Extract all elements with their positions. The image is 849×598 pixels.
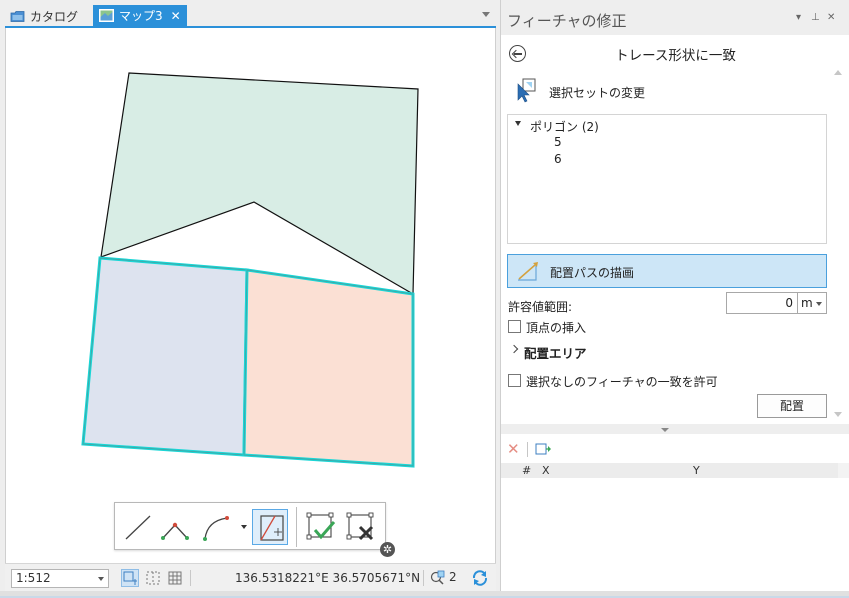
straight-line-icon (125, 515, 151, 540)
window-bottom-edge (0, 591, 849, 598)
finish-check-icon (306, 512, 336, 540)
pin-icon[interactable]: ⊥ (811, 12, 820, 23)
scale-dropdown[interactable]: 1:512 (11, 569, 109, 588)
change-selection-button[interactable]: 選択セットの変更 (515, 78, 645, 104)
modify-features-pane: フィーチャの修正 ▾ ⊥ ✕ トレース形状に一致 選択セットの変更 ポリゴン (… (500, 0, 849, 598)
allow-unselected-checkbox[interactable] (508, 374, 521, 387)
tabs-menu-icon[interactable] (482, 12, 490, 17)
grid-snap-toggle[interactable] (144, 569, 162, 587)
chevron-down-icon (98, 577, 104, 581)
chevron-right-icon[interactable] (509, 344, 519, 354)
insert-vertices-label: 頂点の挿入 (526, 321, 587, 335)
allow-unselected-label: 選択なしのフィーチャの一致を許可 (526, 375, 718, 389)
scale-value: 1:512 (16, 571, 51, 585)
tolerance-input[interactable]: 0 (726, 292, 798, 314)
tool-title: トレース形状に一致 (615, 48, 736, 64)
line-tool-button[interactable] (119, 509, 155, 545)
insert-vertices-checkbox[interactable] (508, 320, 521, 333)
tool-header: トレース形状に一致 (501, 35, 849, 69)
app-window: カタログ マップ3 ✕ ✲ 1:512 136.5318221°E 36.570… (0, 0, 849, 598)
folder-icon (10, 10, 25, 22)
tree-feature-item[interactable]: 5 (554, 135, 562, 149)
tolerance-unit-value: m (801, 296, 813, 310)
delete-icon[interactable]: ✕ (507, 440, 520, 458)
map-view[interactable]: ✲ (5, 28, 496, 563)
tolerance-unit-dropdown[interactable]: m (798, 292, 827, 314)
tab-catalog[interactable]: カタログ (4, 6, 84, 26)
document-tabs: カタログ マップ3 ✕ (0, 0, 496, 26)
vertex-grid-header: # X Y (501, 463, 838, 478)
refresh-icon (472, 570, 488, 586)
map-canvas[interactable] (6, 28, 497, 563)
midpoint-tool-button[interactable] (157, 509, 193, 545)
cancel-sketch-button[interactable] (343, 509, 379, 545)
tab-map3[interactable]: マップ3 ✕ (93, 5, 187, 26)
refresh-button[interactable] (471, 569, 489, 587)
toolbar-divider (296, 507, 297, 547)
selected-features-button[interactable] (429, 569, 447, 587)
map-status-bar: 1:512 136.5318221°E 36.5705671°N 2 (5, 563, 496, 591)
status-divider (190, 570, 191, 586)
trace-tool-button[interactable] (252, 509, 288, 545)
scroll-up-icon[interactable] (834, 70, 842, 75)
selection-cursor-icon (517, 78, 536, 103)
finish-sketch-button[interactable] (303, 509, 339, 545)
arc-tool-button[interactable] (199, 509, 235, 545)
snapping-icon (123, 571, 137, 585)
splitter-grip-icon (661, 428, 669, 432)
arc-icon (203, 516, 229, 541)
snapping-toggle[interactable] (121, 569, 139, 587)
selection-count: 2 (449, 570, 457, 584)
pane-menu-icon[interactable]: ▾ (796, 12, 801, 23)
table-grid-toggle[interactable] (166, 569, 184, 587)
close-icon[interactable]: ✕ (827, 12, 835, 23)
tolerance-label: 許容値範囲: (508, 300, 573, 314)
status-divider (423, 570, 424, 586)
toolbar-divider (527, 442, 528, 457)
selection-tree: ポリゴン (2) 5 6 (507, 114, 827, 244)
table-icon (168, 571, 182, 585)
vertex-grid-toolbar: ✕ (501, 436, 849, 462)
tree-layer-node[interactable]: ポリゴン (2) (530, 118, 599, 135)
trace-shape-icon (260, 515, 284, 541)
pane-header: フィーチャの修正 ▾ ⊥ ✕ (501, 0, 849, 35)
map-icon (99, 9, 114, 22)
polygon-feature-6[interactable] (242, 268, 415, 468)
draw-path-button[interactable]: 配置パスの描画 (507, 254, 827, 288)
placement-area-expander[interactable]: 配置エリア (524, 343, 587, 362)
column-header-y[interactable]: Y (693, 464, 700, 477)
gear-icon[interactable]: ✲ (380, 542, 395, 557)
coordinate-readout: 136.5318221°E 36.5705671°N (235, 571, 421, 585)
polygon-feature-5[interactable] (81, 256, 249, 457)
change-selection-label: 選択セットの変更 (549, 86, 646, 100)
tab-map3-label: マップ3 (119, 9, 163, 23)
tree-feature-item[interactable]: 6 (554, 152, 562, 166)
polyline-icon (161, 522, 189, 540)
chevron-down-icon (816, 302, 822, 306)
add-vertex-icon[interactable] (534, 441, 552, 457)
scroll-down-icon[interactable] (834, 412, 842, 417)
pane-splitter[interactable] (501, 424, 849, 434)
arc-dropdown-icon[interactable] (241, 525, 247, 529)
cancel-x-icon (346, 512, 374, 541)
expand-caret-icon[interactable] (515, 121, 521, 126)
grid-scrollbar[interactable] (838, 463, 849, 478)
close-icon[interactable]: ✕ (171, 10, 181, 22)
draw-path-label: 配置パスの描画 (550, 266, 635, 280)
column-header-x[interactable]: X (542, 464, 550, 477)
sketch-toolbar: ✲ (114, 502, 395, 557)
draw-path-icon (518, 262, 538, 281)
pane-title: フィーチャの修正 (507, 12, 627, 30)
dotted-grid-icon (146, 571, 160, 585)
zoom-selection-icon (430, 570, 445, 585)
column-header-index[interactable]: # (522, 464, 531, 477)
tab-catalog-label: カタログ (30, 9, 79, 24)
apply-button[interactable]: 配置 (757, 394, 827, 418)
